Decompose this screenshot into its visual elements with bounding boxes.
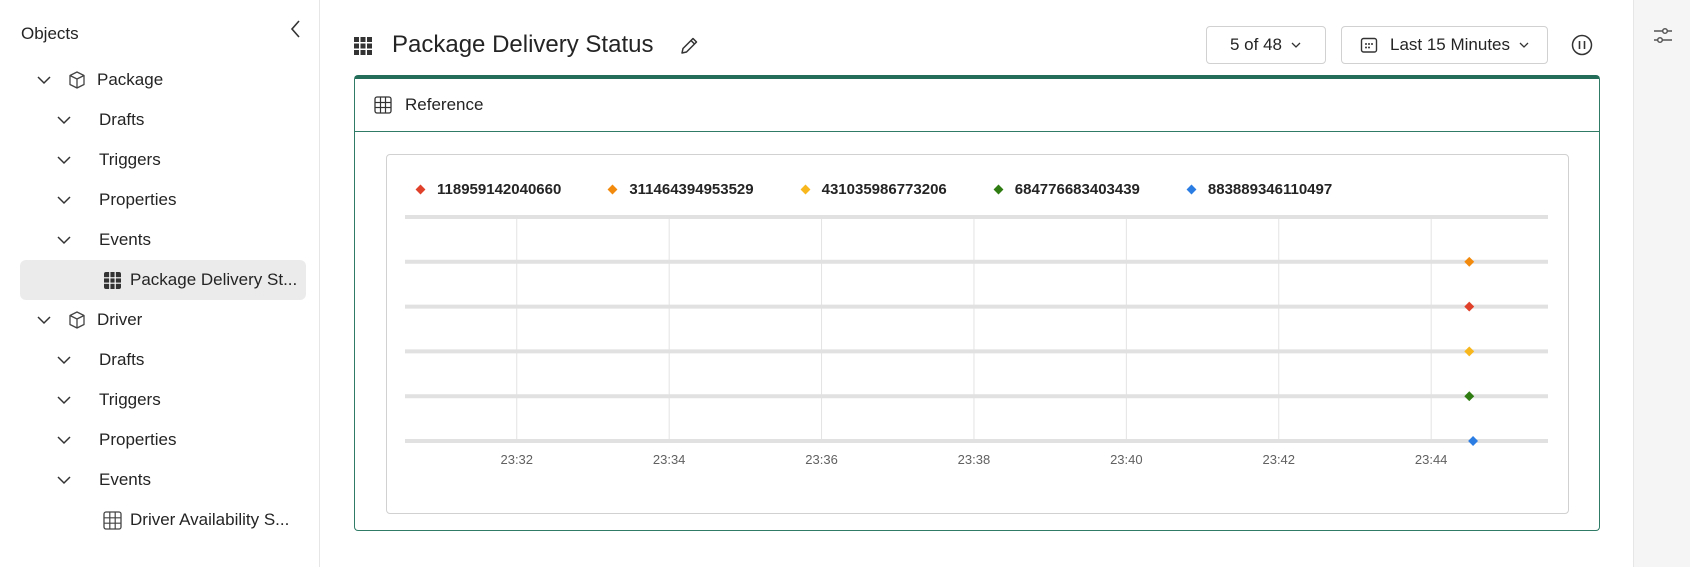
- reference-card: Reference 118959142040660 311464394953529…: [354, 75, 1600, 531]
- x-tick-label: 23:44: [1415, 452, 1448, 467]
- x-tick-label: 23:32: [500, 452, 533, 467]
- tree-item-label: Properties: [99, 190, 177, 209]
- settings-sliders-icon[interactable]: [1651, 24, 1675, 48]
- table-icon: [103, 510, 122, 530]
- chevron-down-icon[interactable]: [35, 71, 53, 89]
- data-point: [1464, 391, 1475, 402]
- tree-item-label: Package Delivery St...: [130, 270, 298, 289]
- time-range-label: Last 15 Minutes: [1390, 35, 1511, 54]
- data-point: [1464, 346, 1475, 357]
- timeline-chart: 23:32 23:34 23:36 23:38 23:40 23:42 23:44: [405, 215, 1548, 467]
- chevron-down-icon: [1290, 39, 1302, 51]
- chevron-down-icon[interactable]: [55, 191, 73, 209]
- tree-item-label: Package: [97, 70, 164, 89]
- pause-icon[interactable]: [1571, 34, 1593, 56]
- right-rail: [1634, 0, 1690, 567]
- tree-item-label: Drafts: [99, 350, 145, 369]
- tree-item-events[interactable]: Events: [20, 460, 306, 500]
- data-point: [1464, 256, 1475, 267]
- tree-item-driver[interactable]: Driver: [20, 300, 306, 340]
- tree-item-label: Drafts: [99, 110, 145, 129]
- x-tick-label: 23:42: [1262, 452, 1295, 467]
- cube-icon: [67, 310, 87, 330]
- data-point: [1464, 301, 1475, 312]
- object-count-label: 5 of 48: [1230, 35, 1282, 54]
- x-tick-label: 23:36: [805, 452, 838, 467]
- tree-item-label: Events: [99, 230, 151, 249]
- tree-item-label: Properties: [99, 430, 177, 449]
- chevron-down-icon[interactable]: [55, 471, 73, 489]
- tree-item-label: Triggers: [99, 150, 161, 169]
- chevron-down-icon[interactable]: [55, 391, 73, 409]
- tree-item-triggers[interactable]: Triggers: [20, 380, 306, 420]
- tree-item-triggers[interactable]: Triggers: [20, 140, 306, 180]
- table-icon: [374, 96, 392, 114]
- chevron-down-icon[interactable]: [55, 351, 73, 369]
- objects-sidebar: Objects Package Drafts Triggers Properties E…: [0, 0, 320, 567]
- chevron-down-icon[interactable]: [55, 151, 73, 169]
- chevron-left-icon[interactable]: [285, 18, 307, 40]
- card-header: Reference: [355, 79, 1599, 132]
- chevron-down-icon[interactable]: [55, 111, 73, 129]
- tree-item-drafts[interactable]: Drafts: [20, 340, 306, 380]
- tree-item-package-delivery-st[interactable]: Package Delivery St...: [20, 260, 306, 300]
- x-tick-label: 23:40: [1110, 452, 1143, 467]
- chevron-down-icon[interactable]: [55, 431, 73, 449]
- x-tick-label: 23:34: [653, 452, 686, 467]
- chart-container: 118959142040660 311464394953529 4310359867…: [386, 154, 1569, 514]
- tree-item-drafts[interactable]: Drafts: [20, 100, 306, 140]
- grid-icon: [353, 36, 373, 56]
- pencil-icon[interactable]: [678, 35, 700, 57]
- tree-item-label: Triggers: [99, 390, 161, 409]
- tree-item-label: Events: [99, 470, 151, 489]
- tree-item-events[interactable]: Events: [20, 220, 306, 260]
- tree-item-properties[interactable]: Properties: [20, 180, 306, 220]
- cube-icon: [67, 70, 87, 90]
- object-count-dropdown[interactable]: 5 of 48: [1206, 26, 1326, 64]
- x-tick-label: 23:38: [958, 452, 991, 467]
- sidebar-title: Objects: [21, 24, 79, 43]
- chevron-down-icon[interactable]: [55, 231, 73, 249]
- card-title: Reference: [405, 95, 484, 114]
- calendar-icon: [1360, 36, 1378, 54]
- time-range-dropdown[interactable]: Last 15 Minutes: [1341, 26, 1548, 64]
- tree-item-label: Driver Availability S...: [130, 510, 290, 529]
- chevron-down-icon[interactable]: [35, 311, 53, 329]
- tree-item-properties[interactable]: Properties: [20, 420, 306, 460]
- table-icon: [103, 271, 122, 290]
- data-point: [1468, 436, 1479, 446]
- tree-item-label: Driver: [97, 310, 143, 329]
- tree-item-package[interactable]: Package: [20, 60, 306, 100]
- page-title: Package Delivery Status: [392, 31, 654, 58]
- chevron-down-icon: [1518, 39, 1530, 51]
- tree-item-driver-availability-s[interactable]: Driver Availability S...: [20, 500, 306, 540]
